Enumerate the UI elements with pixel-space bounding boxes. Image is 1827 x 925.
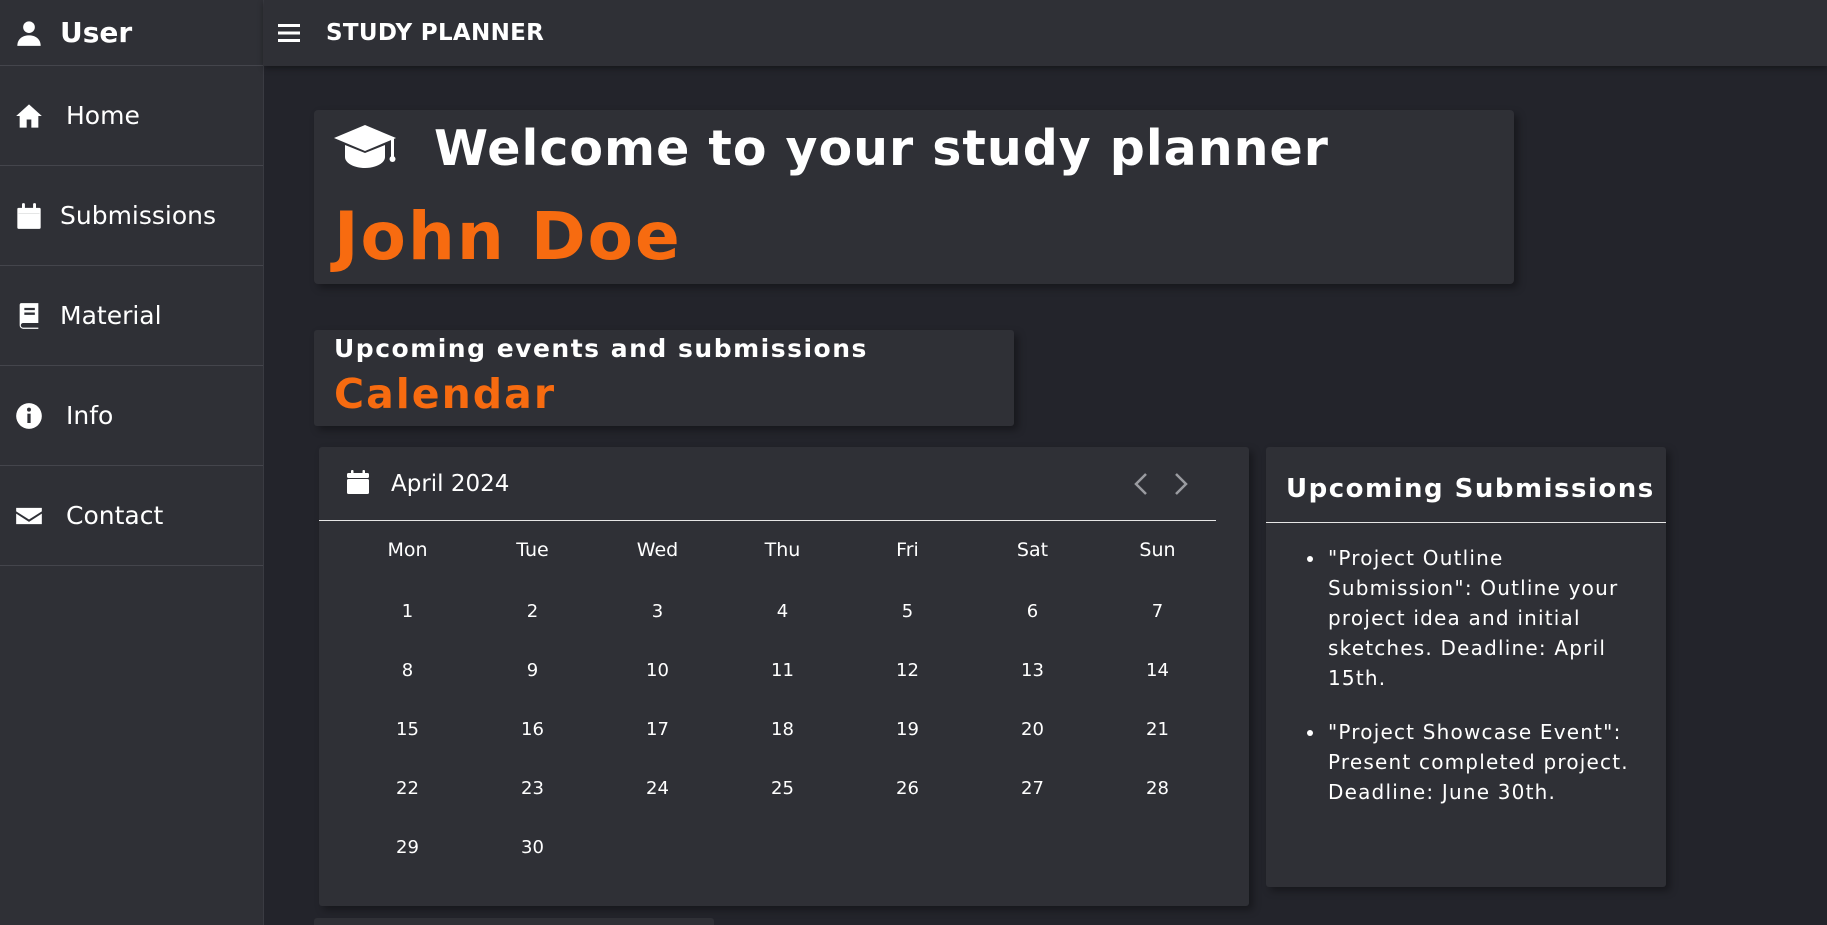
calendar-day[interactable]: 14 [1095, 656, 1220, 686]
next-month-button[interactable] [1166, 469, 1196, 499]
calendar-day[interactable]: 18 [720, 715, 845, 745]
calendar-day[interactable]: 9 [470, 656, 595, 686]
calendar-day[interactable]: 27 [970, 774, 1095, 804]
sidebar-item-submissions[interactable]: Submissions [0, 166, 263, 266]
section-title: Calendar [334, 370, 557, 418]
info-icon [14, 401, 44, 431]
sidebar-item-label: Submissions [60, 201, 217, 230]
calendar-day[interactable]: 3 [595, 597, 720, 627]
submission-item: "Project Outline Submission": Outline yo… [1326, 543, 1646, 693]
submission-item: "Project Showcase Event": Present comple… [1326, 717, 1646, 807]
welcome-card: Welcome to your study planner John Doe [314, 110, 1514, 284]
calendar-day[interactable]: 12 [845, 656, 970, 686]
book-icon [14, 301, 44, 331]
calendar-day[interactable]: 22 [345, 774, 470, 804]
top-bar: STUDY PLANNER [264, 0, 1827, 66]
calendar-day[interactable]: 1 [345, 597, 470, 627]
calendar-icon [347, 469, 369, 498]
sidebar-item-label: Material [60, 301, 162, 330]
sidebar-item-info[interactable]: Info [0, 366, 263, 466]
weekday-label: Tue [516, 539, 549, 561]
calendar-day[interactable]: 2 [470, 597, 595, 627]
sidebar-item-label: Contact [66, 501, 164, 530]
calendar-month-label: April 2024 [391, 470, 510, 497]
calendar-days-grid: 1 2 3 4 5 6 7 8 9 10 11 12 13 14 15 16 1… [345, 597, 1220, 892]
upcoming-submissions-panel: Upcoming Submissions "Project Outline Su… [1266, 447, 1666, 887]
calendar-day[interactable]: 20 [970, 715, 1095, 745]
calendar-icon [14, 201, 44, 231]
calendar-section-header: Upcoming events and submissions Calendar [314, 330, 1014, 426]
sidebar-user-header[interactable]: User [0, 0, 263, 66]
weekday-label: Fri [896, 539, 919, 561]
calendar-day[interactable]: 7 [1095, 597, 1220, 627]
previous-month-button[interactable] [1126, 469, 1156, 499]
calendar-day[interactable]: 10 [595, 656, 720, 686]
sidebar-item-label: Home [66, 101, 140, 130]
calendar-day[interactable]: 11 [720, 656, 845, 686]
weekday-label: Sun [1139, 539, 1176, 561]
sidebar-item-material[interactable]: Material [0, 266, 263, 366]
chevron-left-icon [1134, 473, 1147, 495]
calendar-day[interactable]: 6 [970, 597, 1095, 627]
calendar-day[interactable]: 19 [845, 715, 970, 745]
calendar-day[interactable]: 30 [470, 833, 595, 863]
calendar-day[interactable]: 21 [1095, 715, 1220, 745]
app-title: STUDY PLANNER [326, 20, 545, 46]
sidebar-item-label: Info [66, 401, 114, 430]
calendar-day[interactable]: 28 [1095, 774, 1220, 804]
envelope-icon [14, 501, 44, 531]
menu-icon[interactable] [274, 18, 304, 48]
calendar-day[interactable]: 16 [470, 715, 595, 745]
section-subtitle: Upcoming events and submissions [334, 334, 868, 363]
weekday-label: Sat [1016, 539, 1049, 561]
sidebar: User Home Submissions Material Info Cont… [0, 0, 264, 925]
user-label: User [60, 16, 133, 49]
calendar-day[interactable]: 26 [845, 774, 970, 804]
calendar-day[interactable]: 13 [970, 656, 1095, 686]
weekday-label: Thu [764, 539, 801, 561]
user-name: John Doe [334, 198, 682, 275]
chevron-right-icon [1175, 473, 1188, 495]
calendar-header: April 2024 [319, 447, 1216, 521]
calendar-day[interactable]: 29 [345, 833, 470, 863]
calendar-day[interactable]: 4 [720, 597, 845, 627]
sidebar-item-contact[interactable]: Contact [0, 466, 263, 566]
home-icon [14, 101, 44, 131]
user-icon [14, 18, 44, 48]
weekday-label: Mon [387, 539, 428, 561]
welcome-title: Welcome to your study planner [434, 120, 1329, 177]
calendar-weekdays: Mon Tue Wed Thu Fri Sat Sun [345, 539, 1220, 561]
submissions-list: "Project Outline Submission": Outline yo… [1326, 543, 1646, 831]
calendar-day[interactable]: 5 [845, 597, 970, 627]
sidebar-item-home[interactable]: Home [0, 66, 263, 166]
next-card-edge [314, 918, 714, 925]
calendar: April 2024 Mon Tue Wed Thu Fri Sat Sun 1… [319, 447, 1249, 906]
calendar-day[interactable]: 23 [470, 774, 595, 804]
weekday-label: Wed [636, 539, 679, 561]
calendar-day[interactable]: 8 [345, 656, 470, 686]
calendar-day[interactable]: 25 [720, 774, 845, 804]
calendar-day[interactable]: 24 [595, 774, 720, 804]
submissions-title: Upcoming Submissions [1266, 447, 1666, 523]
calendar-day[interactable]: 17 [595, 715, 720, 745]
graduation-cap-icon [332, 121, 398, 177]
calendar-day[interactable]: 15 [345, 715, 470, 745]
